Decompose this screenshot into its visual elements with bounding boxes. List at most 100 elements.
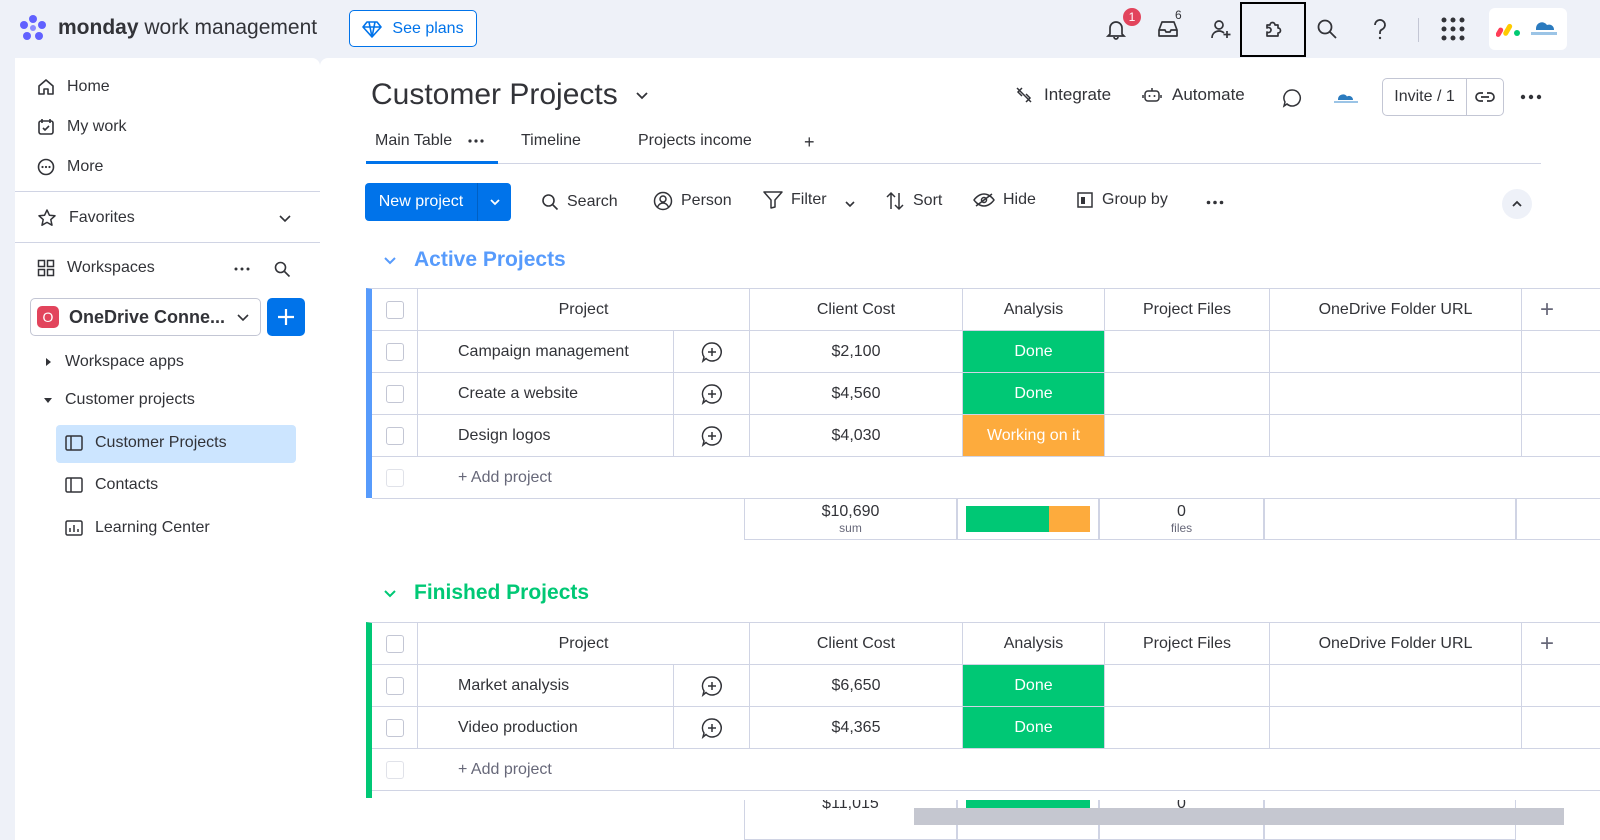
tree-board-contacts[interactable]: Contacts bbox=[65, 476, 158, 494]
automate-button[interactable]: Automate bbox=[1142, 85, 1245, 105]
column-header-client-cost[interactable]: Client Cost bbox=[750, 623, 963, 664]
item-updates-cell[interactable] bbox=[674, 373, 750, 414]
table-row[interactable]: Create a website $4,560 Done bbox=[372, 373, 1600, 415]
status-cell[interactable]: Done bbox=[963, 665, 1105, 706]
select-all-checkbox[interactable] bbox=[385, 634, 404, 653]
sort-button[interactable]: Sort bbox=[885, 191, 942, 211]
column-header-project-files[interactable]: Project Files bbox=[1105, 623, 1270, 664]
copy-link-button[interactable] bbox=[1467, 90, 1503, 104]
board-title[interactable]: Customer Projects bbox=[371, 78, 650, 112]
tab-main-table[interactable]: Main Table bbox=[375, 132, 452, 150]
row-checkbox[interactable] bbox=[385, 384, 404, 403]
row-select-cell[interactable] bbox=[372, 415, 418, 456]
tree-board-customer-projects[interactable]: Customer Projects bbox=[65, 434, 227, 452]
column-header-project[interactable]: Project bbox=[418, 623, 750, 664]
item-name-cell[interactable]: Campaign management bbox=[418, 331, 674, 372]
item-updates-cell[interactable] bbox=[674, 665, 750, 706]
row-select-cell[interactable] bbox=[372, 665, 418, 706]
row-checkbox[interactable] bbox=[385, 676, 404, 695]
search-workspaces-icon[interactable] bbox=[273, 260, 291, 278]
item-updates-cell[interactable] bbox=[674, 415, 750, 456]
row-select-cell[interactable] bbox=[372, 707, 418, 748]
workspace-selector[interactable]: O OneDrive Conne... bbox=[30, 298, 261, 336]
add-view-button[interactable]: + bbox=[804, 132, 815, 153]
tab-projects-income[interactable]: Projects income bbox=[638, 132, 752, 150]
add-item-row[interactable]: + Add project bbox=[372, 749, 1600, 791]
account-menu[interactable] bbox=[1489, 8, 1567, 50]
files-cell[interactable] bbox=[1105, 373, 1270, 414]
client-cost-cell[interactable]: $2,100 bbox=[750, 331, 963, 372]
status-cell[interactable]: Done bbox=[963, 331, 1105, 372]
tree-workspace-apps[interactable]: Workspace apps bbox=[43, 353, 184, 371]
favorites-section[interactable]: Favorites bbox=[37, 208, 292, 228]
workspaces-section[interactable]: Workspaces bbox=[37, 259, 155, 277]
column-header-project-files[interactable]: Project Files bbox=[1105, 289, 1270, 330]
status-cell[interactable]: Done bbox=[963, 707, 1105, 748]
client-cost-cell[interactable]: $4,030 bbox=[750, 415, 963, 456]
select-all-checkbox[interactable] bbox=[385, 300, 404, 319]
see-plans-button[interactable]: See plans bbox=[349, 10, 477, 47]
files-cell[interactable] bbox=[1105, 331, 1270, 372]
help-icon[interactable] bbox=[1365, 14, 1395, 44]
invite-button[interactable]: Invite / 1 bbox=[1382, 78, 1504, 116]
add-item-input[interactable]: + Add project bbox=[418, 457, 818, 498]
table-row[interactable]: Campaign management $2,100 Done bbox=[372, 331, 1600, 373]
client-cost-cell[interactable]: $4,560 bbox=[750, 373, 963, 414]
item-name-cell[interactable]: Market analysis bbox=[418, 665, 674, 706]
nav-more[interactable]: More bbox=[37, 158, 103, 176]
nav-my-work[interactable]: My work bbox=[37, 118, 127, 136]
integrate-button[interactable]: Integrate bbox=[1014, 85, 1111, 105]
invite-member-icon[interactable] bbox=[1206, 14, 1236, 44]
column-header-client-cost[interactable]: Client Cost bbox=[750, 289, 963, 330]
url-cell[interactable] bbox=[1270, 665, 1522, 706]
add-column-button[interactable]: + bbox=[1522, 289, 1572, 330]
filter-chevron-down-icon[interactable] bbox=[844, 198, 856, 210]
more-toolbar-icon[interactable] bbox=[1206, 200, 1224, 205]
new-project-button[interactable]: New project bbox=[365, 183, 511, 221]
tree-folder-customer-projects[interactable]: Customer projects bbox=[43, 391, 195, 409]
hide-button[interactable]: Hide bbox=[973, 191, 1036, 209]
url-cell[interactable] bbox=[1270, 331, 1522, 372]
client-cost-cell[interactable]: $4,365 bbox=[750, 707, 963, 748]
board-menu-icon[interactable] bbox=[1520, 94, 1542, 100]
url-cell[interactable] bbox=[1270, 373, 1522, 414]
select-all-cell[interactable] bbox=[372, 623, 418, 664]
row-checkbox[interactable] bbox=[385, 426, 404, 445]
add-item-row[interactable]: + Add project bbox=[372, 457, 1600, 499]
tab-options-icon[interactable] bbox=[468, 139, 484, 143]
person-filter-button[interactable]: Person bbox=[653, 191, 732, 211]
search-icon[interactable] bbox=[1312, 14, 1342, 44]
client-cost-cell[interactable]: $6,650 bbox=[750, 665, 963, 706]
item-name-cell[interactable]: Video production bbox=[418, 707, 674, 748]
row-checkbox[interactable] bbox=[385, 342, 404, 361]
add-column-button[interactable]: + bbox=[1522, 623, 1572, 664]
select-all-cell[interactable] bbox=[372, 289, 418, 330]
add-to-workspace-button[interactable] bbox=[267, 298, 305, 336]
group-by-button[interactable]: Group by bbox=[1076, 191, 1168, 209]
files-cell[interactable] bbox=[1105, 707, 1270, 748]
status-cell[interactable]: Done bbox=[963, 373, 1105, 414]
item-name-cell[interactable]: Design logos bbox=[418, 415, 674, 456]
column-header-onedrive-url[interactable]: OneDrive Folder URL bbox=[1270, 623, 1522, 664]
column-header-analysis[interactable]: Analysis bbox=[963, 289, 1105, 330]
filter-button[interactable]: Filter bbox=[763, 191, 827, 209]
table-row[interactable]: Market analysis $6,650 Done bbox=[372, 665, 1600, 707]
files-cell[interactable] bbox=[1105, 415, 1270, 456]
group-active-projects-header[interactable]: Active Projects bbox=[382, 248, 566, 272]
column-header-project[interactable]: Project bbox=[418, 289, 750, 330]
collapse-header-button[interactable] bbox=[1502, 189, 1532, 219]
monday-logo[interactable]: monday work management bbox=[18, 13, 317, 43]
tree-dashboard-learning-center[interactable]: Learning Center bbox=[65, 519, 210, 537]
search-button[interactable]: Search bbox=[541, 193, 618, 211]
nav-home[interactable]: Home bbox=[37, 78, 110, 96]
group-finished-projects-header[interactable]: Finished Projects bbox=[382, 581, 589, 605]
table-row[interactable]: Video production $4,365 Done bbox=[372, 707, 1600, 749]
table-row[interactable]: Design logos $4,030 Working on it bbox=[372, 415, 1600, 457]
board-owner-logo-icon[interactable] bbox=[1331, 88, 1361, 108]
tab-timeline[interactable]: Timeline bbox=[521, 132, 581, 150]
updates-chat-icon[interactable] bbox=[1282, 88, 1302, 108]
analysis-summary[interactable] bbox=[957, 498, 1099, 540]
url-cell[interactable] bbox=[1270, 707, 1522, 748]
row-select-cell[interactable] bbox=[372, 373, 418, 414]
url-cell[interactable] bbox=[1270, 415, 1522, 456]
